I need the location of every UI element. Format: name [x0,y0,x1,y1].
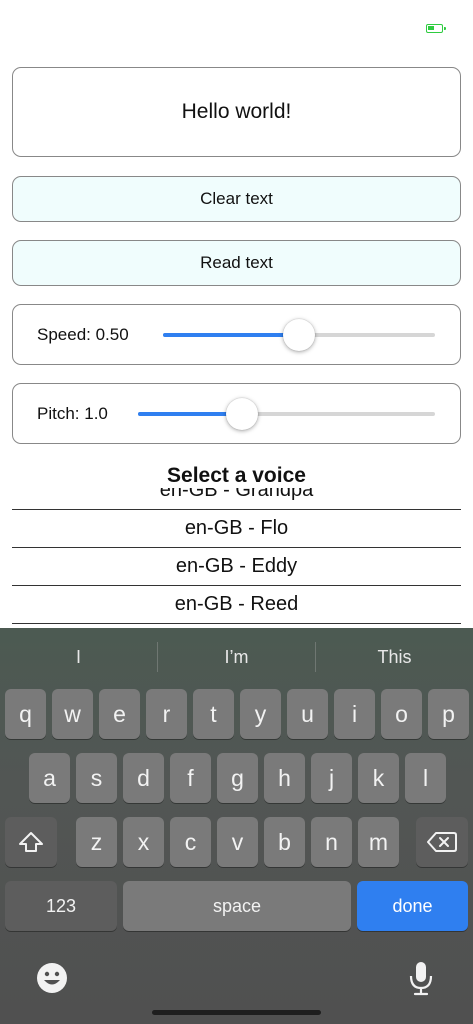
key-c[interactable]: c [170,817,211,867]
pitch-slider-container: Pitch: 1.0 [12,383,461,444]
home-indicator [152,1010,321,1015]
key-j[interactable]: j [311,753,352,803]
voice-picker-title: Select a voice [167,464,306,487]
pitch-slider-track[interactable] [138,397,435,430]
key-p[interactable]: p [428,689,469,739]
shift-arrow-icon [19,832,43,852]
voice-picker[interactable]: en-GB - Grandpa en-GB - Flo en-GB - Eddy… [12,488,461,624]
emoji-button[interactable] [34,960,70,996]
key-x[interactable]: x [123,817,164,867]
suggestion-bar: I I’m This [0,628,473,686]
microphone-icon [409,962,433,996]
read-text-label: Read text [200,253,273,272]
key-v[interactable]: v [217,817,258,867]
key-g[interactable]: g [217,753,258,803]
key-h[interactable]: h [264,753,305,803]
delete-key[interactable] [416,817,468,867]
pitch-slider-thumb[interactable] [226,397,258,430]
text-input-value: Hello world! [181,100,292,123]
key-q[interactable]: q [5,689,46,739]
read-text-button[interactable]: Read text [12,240,461,286]
suggestion-item[interactable]: I’m [158,628,315,686]
key-t[interactable]: t [193,689,234,739]
battery-icon [426,24,446,33]
speed-slider-container: Speed: 0.50 [12,304,461,365]
key-i[interactable]: i [334,689,375,739]
done-key[interactable]: done [357,881,468,931]
voice-option[interactable]: en-GB - Grandpa [12,488,461,510]
key-r[interactable]: r [146,689,187,739]
keyboard: I I’m This q w e r t y u i o p a s d f g… [0,628,473,1024]
numbers-key[interactable]: 123 [5,881,117,931]
key-d[interactable]: d [123,753,164,803]
suggestion-item[interactable]: I [0,628,157,686]
speed-label: Speed: 0.50 [37,324,129,344]
text-input-field[interactable]: Hello world! [12,67,461,157]
key-b[interactable]: b [264,817,305,867]
suggestion-item[interactable]: This [316,628,473,686]
shift-key[interactable] [5,817,57,867]
voice-option[interactable]: en-GB - Reed [12,586,461,624]
dictation-button[interactable] [404,958,438,998]
speed-slider-thumb[interactable] [283,318,315,351]
key-y[interactable]: y [240,689,281,739]
key-n[interactable]: n [311,817,352,867]
emoji-face-icon [37,963,67,993]
speed-slider-fill [163,332,299,337]
key-a[interactable]: a [29,753,70,803]
key-k[interactable]: k [358,753,399,803]
key-s[interactable]: s [76,753,117,803]
key-o[interactable]: o [381,689,422,739]
clear-text-button[interactable]: Clear text [12,176,461,222]
key-w[interactable]: w [52,689,93,739]
key-l[interactable]: l [405,753,446,803]
key-e[interactable]: e [99,689,140,739]
backspace-icon [427,832,457,852]
clear-text-label: Clear text [200,189,273,208]
pitch-label: Pitch: 1.0 [37,403,108,423]
voice-option[interactable]: en-GB - Flo [12,510,461,548]
key-z[interactable]: z [76,817,117,867]
key-m[interactable]: m [358,817,399,867]
key-u[interactable]: u [287,689,328,739]
speed-slider-track[interactable] [163,318,435,351]
key-f[interactable]: f [170,753,211,803]
space-key[interactable]: space [123,881,351,931]
voice-option[interactable]: en-GB - Eddy [12,548,461,586]
